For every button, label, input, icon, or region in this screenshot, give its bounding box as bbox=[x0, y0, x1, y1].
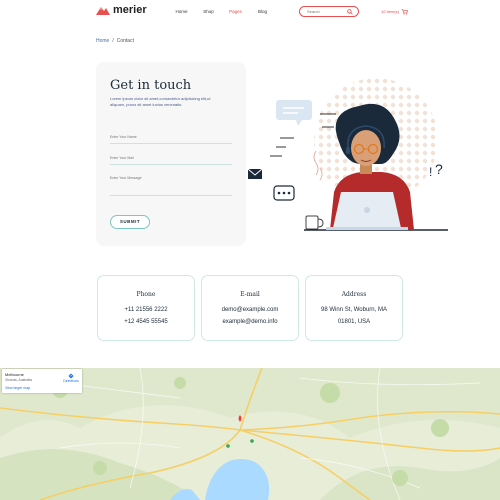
nav-blog[interactable]: Blog bbox=[249, 9, 276, 14]
logo-text: merier bbox=[113, 4, 147, 16]
envelope-icon bbox=[247, 168, 263, 179]
view-larger-map-link[interactable]: View larger map bbox=[5, 386, 30, 390]
cart-label: 10 Item(s) bbox=[381, 9, 400, 14]
email-field[interactable] bbox=[110, 154, 232, 162]
address-line-1: 98 Winn St, Woburn, MA bbox=[321, 307, 387, 313]
email-line-2[interactable]: example@demo.info bbox=[202, 316, 298, 328]
directions-label: Directions bbox=[63, 379, 79, 383]
nav-shop[interactable]: Shop bbox=[195, 9, 222, 14]
search-box bbox=[299, 6, 359, 17]
address-title: Address bbox=[341, 291, 367, 298]
map-info-card: Melbourne Victoria, Australia View large… bbox=[2, 369, 82, 393]
address-card: Address 98 Winn St, Woburn, MA 01801, US… bbox=[305, 275, 403, 341]
breadcrumb-home[interactable]: Home bbox=[96, 38, 109, 44]
header: merier Home Shop Pages Blog 10 Item(s) bbox=[0, 0, 500, 26]
breadcrumb-separator: / bbox=[112, 38, 114, 44]
phone-card: Phone +11 21556 2222 +12 4545 55545 bbox=[97, 275, 195, 341]
map-place-region: Victoria, Australia bbox=[5, 378, 32, 382]
email-card: E-mail demo@example.com example@demo.inf… bbox=[201, 275, 299, 341]
name-field[interactable] bbox=[110, 133, 232, 141]
contact-form: Get in touch Lorem ipsum dolor sit amet,… bbox=[96, 62, 246, 246]
speech-bubble-icon bbox=[273, 185, 295, 201]
exclamation-mark: ! bbox=[429, 165, 432, 179]
address-line-2: 01801, USA bbox=[337, 319, 371, 325]
nav-home[interactable]: Home bbox=[168, 9, 195, 14]
form-title: Get in touch bbox=[110, 78, 192, 93]
mug-icon bbox=[305, 215, 324, 230]
cart[interactable]: 10 Item(s) bbox=[381, 8, 408, 15]
nav-pages[interactable]: Pages bbox=[222, 9, 249, 14]
question-mark: ? bbox=[435, 161, 443, 177]
cart-icon bbox=[401, 9, 408, 15]
form-description: Lorem ipsum dolor sit amet,consectetur a… bbox=[110, 96, 211, 107]
phone-line-2[interactable]: +12 4545 55545 bbox=[98, 316, 194, 328]
main-nav: Home Shop Pages Blog bbox=[168, 9, 276, 14]
map-place-name: Melbourne bbox=[5, 372, 24, 377]
contact-illustration: ! ? bbox=[247, 78, 448, 231]
message-field[interactable] bbox=[110, 174, 232, 182]
email-line-1[interactable]: demo@example.com bbox=[202, 304, 298, 316]
phone-title: Phone bbox=[136, 291, 156, 298]
chat-bubble-icon bbox=[276, 100, 312, 126]
logo[interactable]: merier bbox=[96, 4, 147, 16]
breadcrumb-current: Contact bbox=[116, 38, 134, 44]
breadcrumb: Home / Contact bbox=[96, 38, 134, 44]
search-input[interactable] bbox=[307, 9, 347, 14]
phone-line-1[interactable]: +11 21556 2222 bbox=[98, 304, 194, 316]
mountain-logo-icon bbox=[96, 7, 110, 15]
message-field-wrap bbox=[110, 166, 232, 196]
email-title: E-mail bbox=[240, 291, 260, 298]
name-field-wrap bbox=[110, 125, 232, 144]
email-field-wrap bbox=[110, 146, 232, 165]
directions-link[interactable]: Directions bbox=[62, 373, 80, 383]
submit-button[interactable]: SUBMIT bbox=[110, 215, 150, 229]
search-icon[interactable] bbox=[347, 8, 353, 15]
map-embed[interactable]: Melbourne Victoria, Australia View large… bbox=[0, 368, 500, 500]
